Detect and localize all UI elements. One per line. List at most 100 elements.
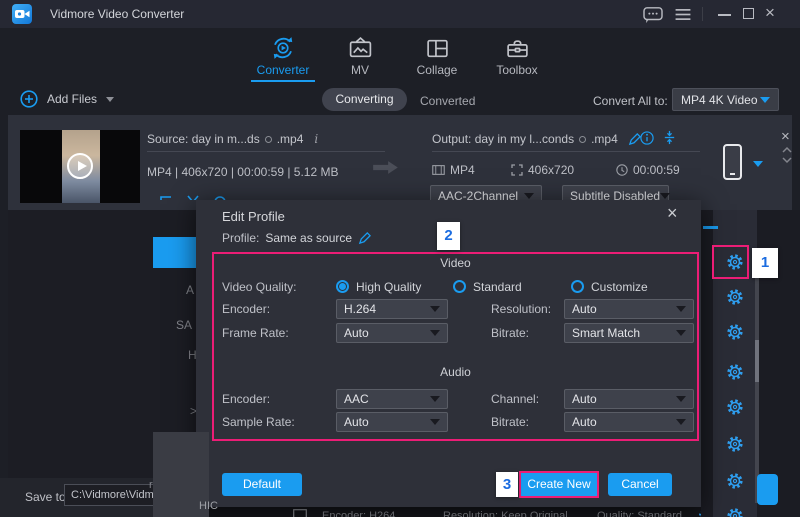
preset-dropdown-arrow[interactable]: [753, 161, 763, 167]
clock-icon: [616, 164, 628, 176]
chevron-down-icon: [760, 97, 770, 103]
radio-high-quality[interactable]: [336, 280, 349, 293]
merge-settings-icon[interactable]: [662, 130, 677, 145]
chevron-down-icon: [524, 193, 534, 199]
radio-standard[interactable]: [453, 280, 466, 293]
profile-settings-gear-icon[interactable]: [713, 498, 757, 517]
convert-all-to-label: Convert All to:: [593, 94, 668, 108]
convert-all-value: MP4 4K Video: [681, 93, 758, 107]
profile-settings-gear-icon[interactable]: [713, 463, 757, 499]
output-duration: 00:00:59: [633, 163, 680, 177]
toolbox-icon: [477, 33, 557, 63]
play-overlay-icon[interactable]: [67, 153, 93, 179]
minimize-button[interactable]: [718, 14, 731, 16]
bg-quality-fragment: Quality: Standard: [597, 510, 682, 517]
tab-collage[interactable]: Collage: [397, 33, 477, 83]
video-encoder-dropdown[interactable]: H.264: [336, 299, 448, 319]
plus-circle-icon: [20, 90, 38, 108]
radio-customize[interactable]: [571, 280, 584, 293]
cancel-button[interactable]: Cancel: [608, 473, 672, 496]
audio-bitrate-dropdown[interactable]: Auto: [564, 412, 694, 432]
selected-format-fragment: [153, 237, 196, 268]
close-window-button[interactable]: ×: [765, 3, 775, 23]
edit-tools-row: [158, 193, 228, 200]
profile-settings-gear-icon[interactable]: [713, 389, 757, 425]
tab-converter-label: Converter: [243, 63, 323, 77]
mv-icon: [320, 33, 400, 63]
profile-settings-gear-icon[interactable]: [713, 279, 757, 315]
titlebar-divider: [702, 7, 703, 21]
audio-encoder-value: AAC: [344, 392, 369, 406]
framerate-dropdown[interactable]: Auto: [336, 323, 448, 343]
converted-tab-label: Converted: [420, 94, 475, 108]
video-encoder-value: H.264: [344, 302, 376, 316]
radio-standard-label: Standard: [473, 280, 522, 294]
sidebar-scrollbar[interactable]: [755, 248, 759, 503]
add-files-label: Add Files: [47, 92, 97, 106]
occluded-text-fragment: HIC: [199, 500, 218, 512]
profile-settings-gear-icon[interactable]: [713, 314, 757, 350]
source-file-name: Source: day in m...ds: [147, 132, 260, 146]
framerate-value: Auto: [344, 326, 369, 340]
samplerate-value: Auto: [344, 415, 369, 429]
source-file-ext: .mp4: [277, 132, 304, 146]
chevron-down-icon: [430, 396, 440, 402]
rename-pencil-icon[interactable]: [628, 133, 641, 146]
radio-customize-label: Customize: [591, 280, 648, 294]
output-file-name: Output: day in my l...conds: [432, 132, 574, 146]
video-bitrate-dropdown[interactable]: Smart Match: [564, 323, 694, 343]
converting-tab[interactable]: Converting: [322, 88, 407, 111]
feedback-icon[interactable]: [642, 6, 664, 24]
device-preset-icon[interactable]: [723, 144, 742, 180]
window-title: Vidmore Video Converter: [50, 7, 184, 21]
add-files-button[interactable]: Add Files: [20, 90, 114, 108]
profile-settings-gear-icon[interactable]: [713, 354, 757, 390]
converting-tab-label: Converting: [335, 92, 393, 106]
profile-label: Profile:: [222, 231, 259, 245]
profile-value: Same as source: [265, 231, 352, 245]
maximize-button[interactable]: [743, 8, 754, 19]
resolution-dropdown[interactable]: Auto: [564, 299, 694, 319]
audio-encoder-label: Encoder:: [222, 392, 270, 406]
save-to-label: Save to:: [25, 490, 69, 504]
remove-file-icon[interactable]: ×: [781, 128, 790, 145]
dialog-title: Edit Profile: [222, 209, 285, 224]
default-button[interactable]: Default: [222, 473, 302, 496]
samplerate-dropdown[interactable]: Auto: [336, 412, 448, 432]
converted-tab[interactable]: Converted: [420, 94, 475, 108]
audio-bitrate-value: Auto: [572, 415, 597, 429]
menu-icon[interactable]: [674, 8, 692, 21]
app-window: Vidmore Video Converter × Con: [0, 0, 800, 517]
output-resolution-cell: 406x720: [511, 163, 574, 177]
scrollbar-thumb[interactable]: [755, 340, 759, 382]
convert-all-dropdown[interactable]: MP4 4K Video: [672, 88, 779, 111]
output-duration-cell: 00:00:59: [616, 163, 680, 177]
edit-profile-pencil-icon[interactable]: [358, 232, 371, 245]
tab-converter[interactable]: Converter: [243, 33, 323, 83]
channel-dropdown[interactable]: Auto: [564, 389, 694, 409]
resolution-value: Auto: [572, 302, 597, 316]
profile-settings-gear-icon[interactable]: [713, 426, 757, 462]
chevron-down-icon: [430, 330, 440, 336]
file-badge-icon: [265, 136, 272, 143]
resize-icon: [511, 164, 523, 176]
bg-encoder-fragment: Encoder: H264: [322, 510, 395, 517]
audio-encoder-dropdown[interactable]: AAC: [336, 389, 448, 409]
chevron-down-icon: [676, 306, 686, 312]
film-icon: [432, 165, 445, 175]
output-file-ext: .mp4: [591, 132, 618, 146]
tab-mv[interactable]: MV: [320, 33, 400, 83]
collapse-chevrons-icon[interactable]: [781, 146, 793, 166]
dialog-close-icon[interactable]: ×: [667, 203, 678, 224]
source-info-icon[interactable]: i: [314, 132, 318, 146]
tab-toolbox[interactable]: Toolbox: [477, 33, 557, 83]
audio-bitrate-label: Bitrate:: [491, 415, 529, 429]
video-bitrate-value: Smart Match: [572, 326, 640, 340]
tab-mv-label: MV: [320, 63, 400, 77]
channel-value: Auto: [572, 392, 597, 406]
convert-all-button-fragment[interactable]: [757, 474, 778, 505]
output-info-icon[interactable]: [640, 131, 654, 145]
source-divider: [147, 151, 385, 152]
default-button-label: Default: [243, 477, 281, 491]
create-new-button[interactable]: Create New: [519, 471, 599, 498]
